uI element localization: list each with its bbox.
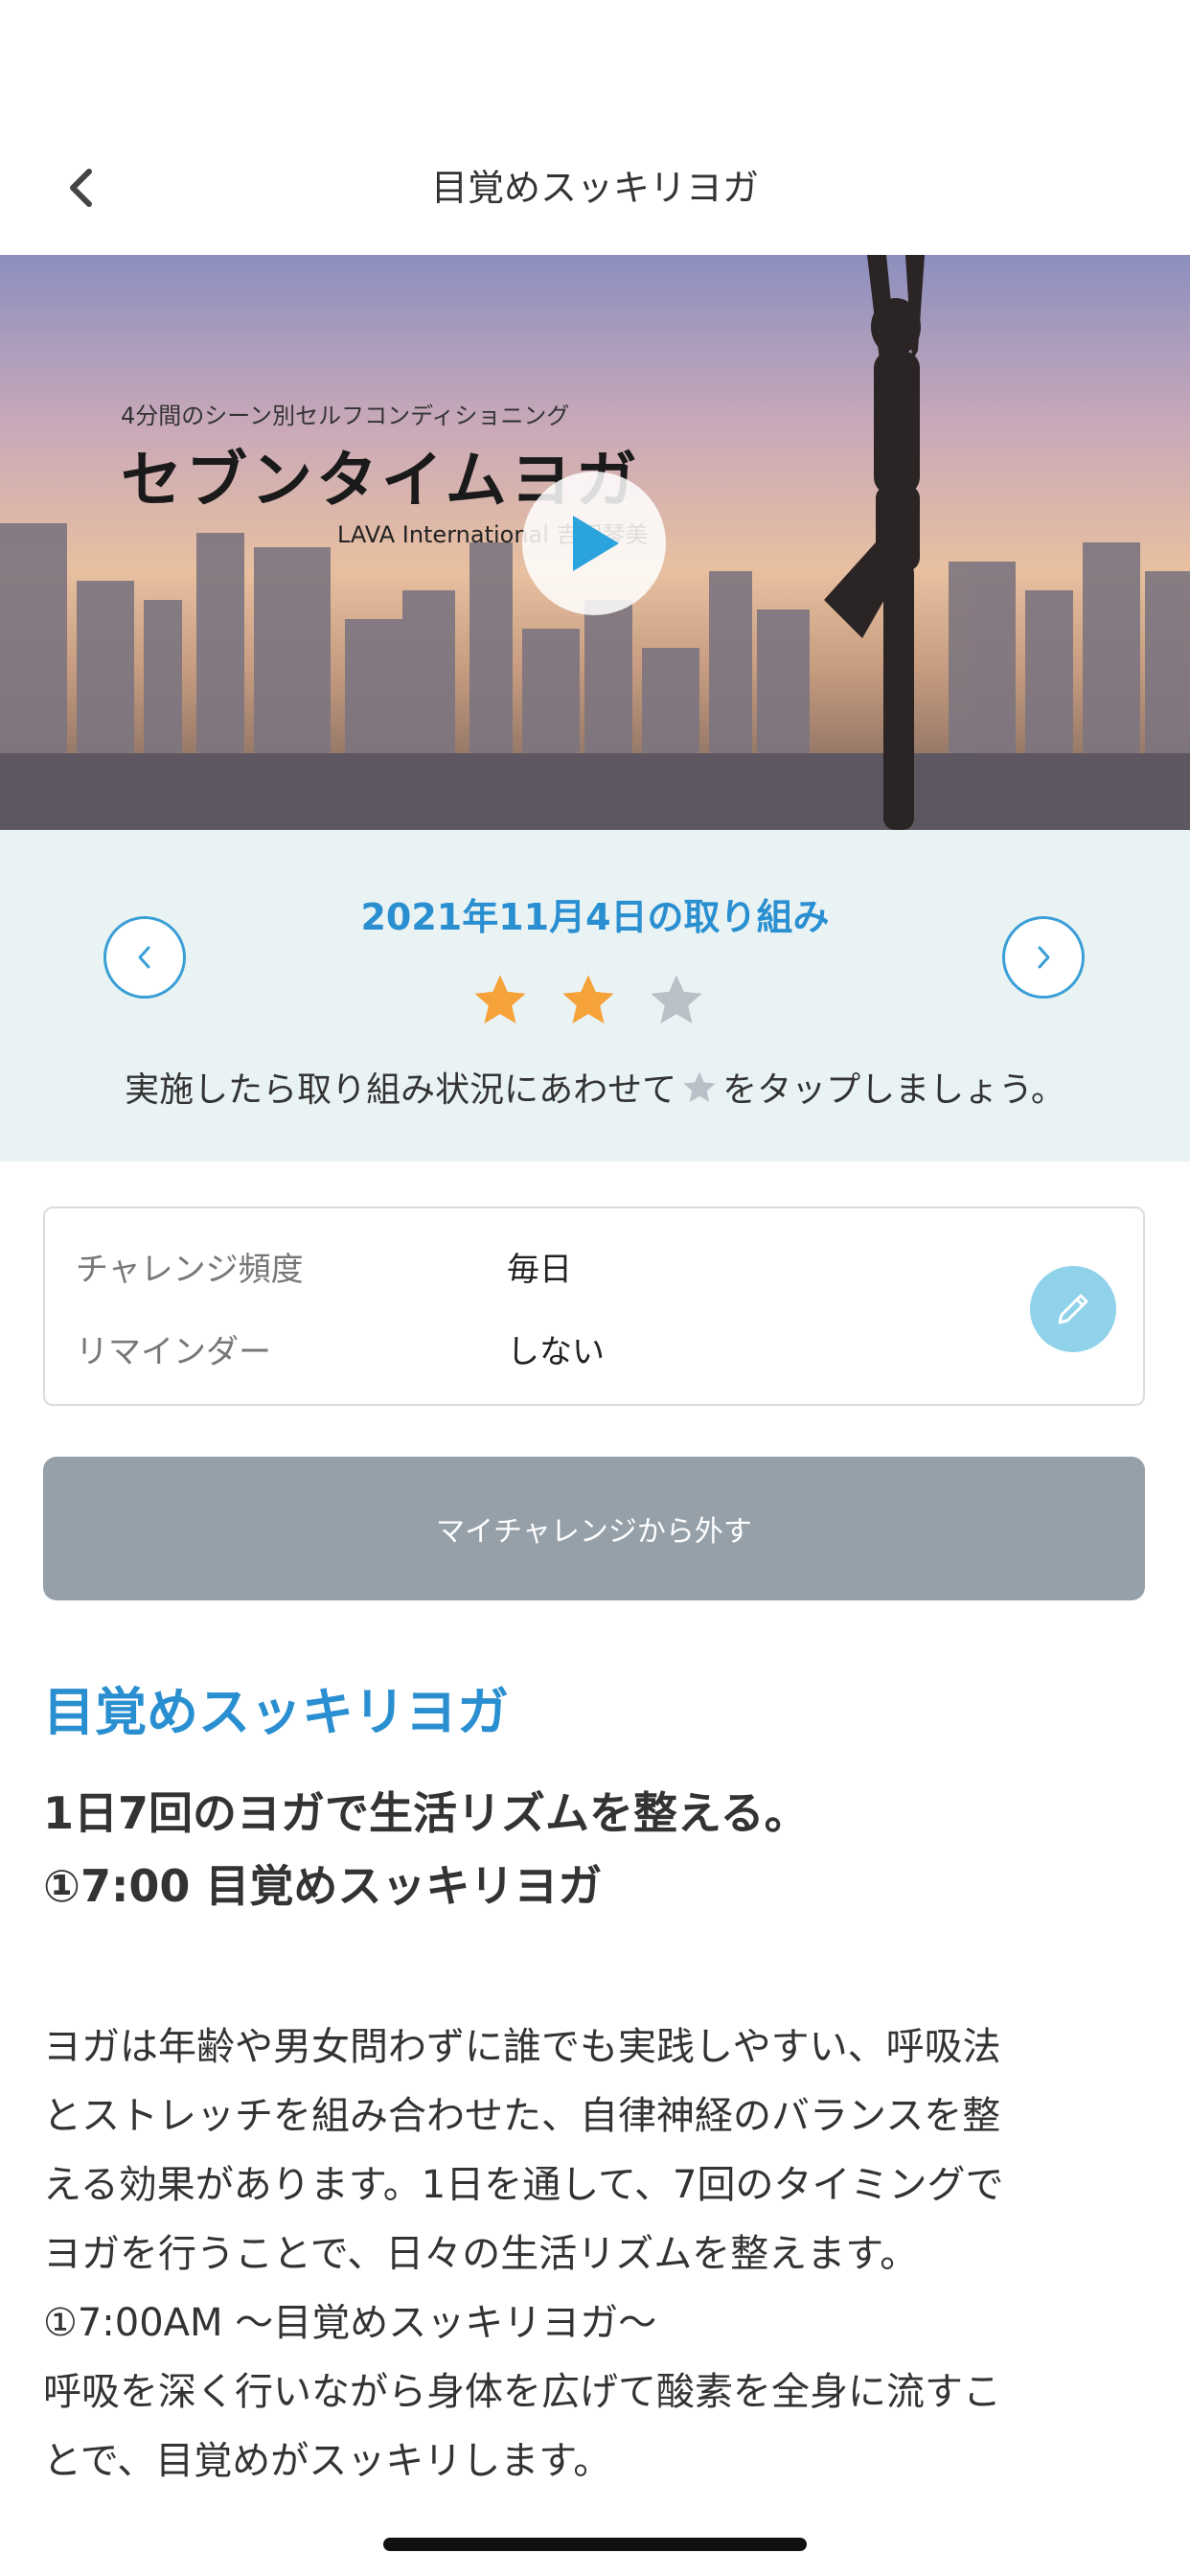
remove-from-my-challenges-button[interactable]: マイチャレンジから外す bbox=[43, 1457, 1145, 1600]
reminder-label: リマインダー bbox=[76, 1333, 271, 1371]
body-line: ①7:00AM 〜目覚めスッキリヨガ〜 bbox=[43, 2301, 657, 2345]
rating-hint-after: をタップしましょう。 bbox=[722, 1070, 1065, 1110]
home-indicator[interactable] bbox=[383, 2538, 807, 2551]
body-line: とストレッチを組み合わせた、自律神経のバランスを整 bbox=[43, 2094, 1001, 2138]
edit-settings-button[interactable] bbox=[1030, 1266, 1116, 1352]
body-line: とで、目覚めがスッキリします。 bbox=[43, 2439, 612, 2483]
star-icon bbox=[683, 1071, 716, 1102]
pencil-icon bbox=[1058, 1294, 1088, 1324]
content-subheading-line: 1日7回のヨガで生活リズムを整える。 bbox=[43, 1787, 809, 1839]
content-subheading-line: ①7:00 目覚めスッキリヨガ bbox=[43, 1860, 603, 1912]
content-title: 目覚めスッキリヨガ bbox=[43, 1682, 509, 1742]
previous-day-button[interactable] bbox=[103, 916, 186, 999]
star-rating-button[interactable] bbox=[646, 970, 707, 1031]
rating-hint-before: 実施したら取り組み状況にあわせて bbox=[125, 1070, 677, 1110]
rating-hint: 実施したら取り組み状況にあわせて をタップしましょう。 bbox=[0, 1062, 1190, 1112]
content-body: ヨガは年齢や男女問わずに誰でも実践しやすい、呼吸法 とストレッチを組み合わせた、… bbox=[43, 2012, 1155, 2496]
chevron-right-icon bbox=[1038, 946, 1050, 969]
chevron-left-icon bbox=[138, 946, 150, 969]
frequency-label: チャレンジ頻度 bbox=[76, 1251, 304, 1289]
star-rating-button[interactable] bbox=[558, 970, 619, 1031]
play-button[interactable] bbox=[522, 472, 666, 615]
body-line: ヨガは年齢や男女問わずに誰でも実践しやすい、呼吸法 bbox=[43, 2025, 1001, 2069]
body-line: える効果があります。1日を通して、7回のタイミングで bbox=[43, 2163, 1004, 2207]
next-day-button[interactable] bbox=[1002, 916, 1085, 999]
nav-header: 目覚めスッキリヨガ bbox=[0, 0, 1190, 255]
rating-stars bbox=[469, 970, 707, 1031]
frequency-value: 毎日 bbox=[507, 1251, 572, 1289]
video-thumbnail[interactable]: 4分間のシーン別セルフコンディショニング セブンタイムヨガ LAVA Inter… bbox=[0, 255, 1190, 830]
star-rating-button[interactable] bbox=[469, 970, 531, 1031]
reminder-value: しない bbox=[507, 1333, 605, 1371]
page-title: 目覚めスッキリヨガ bbox=[430, 167, 759, 209]
play-icon bbox=[573, 516, 619, 571]
challenge-settings-card: チャレンジ頻度 毎日 リマインダー しない bbox=[43, 1207, 1145, 1406]
body-line: 呼吸を深く行いながら身体を広げて酸素を全身に流すこ bbox=[43, 2370, 1001, 2414]
body-line: ヨガを行うことで、日々の生活リズムを整えます。 bbox=[43, 2232, 919, 2276]
daily-progress-panel: 2021年11月4日の取り組み 実施したら取り組み状況にあわせて をタップしましょ… bbox=[0, 830, 1190, 1162]
hero-subtitle: 4分間のシーン別セルフコンディショニング bbox=[121, 402, 570, 429]
